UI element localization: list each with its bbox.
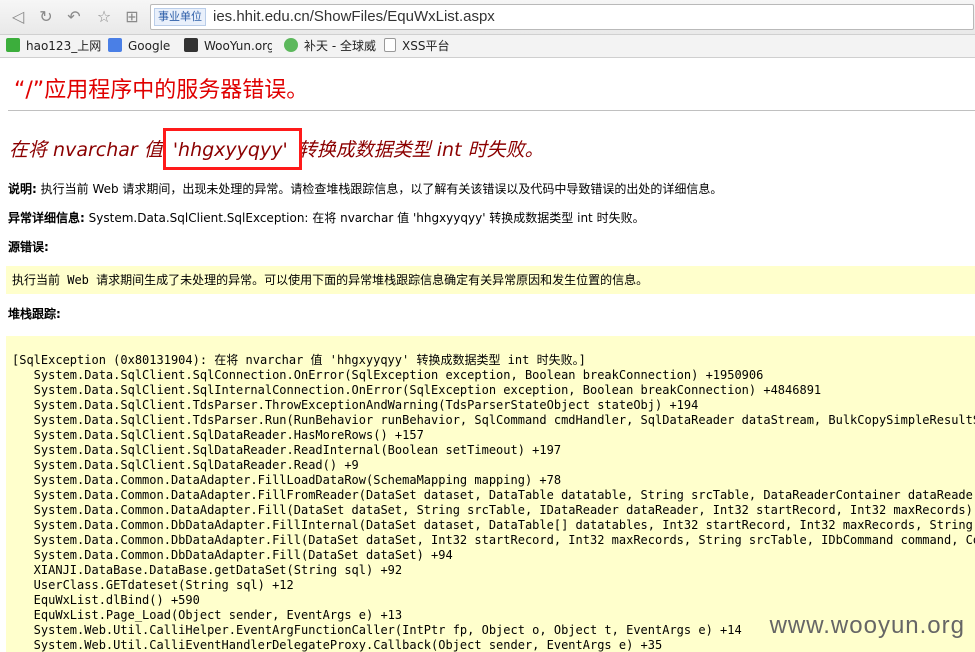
- description-label: 说明:: [8, 182, 37, 196]
- stack-line: System.Data.Common.DbDataAdapter.Fill(Da…: [12, 548, 453, 562]
- stack-box: [SqlException (0x80131904): 在将 nvarchar …: [6, 336, 975, 652]
- stack-line: EquWxList.dlBind() +590: [12, 593, 200, 607]
- stack-line: System.Data.Common.DbDataAdapter.FillInt…: [33, 518, 973, 532]
- wooyun-icon: [184, 38, 198, 52]
- divider: [8, 110, 975, 111]
- error-title: “/”应用程序中的服务器错误。: [14, 78, 309, 103]
- source-box: 执行当前 Web 请求期间生成了未处理的异常。可以使用下面的异常堆栈跟踪信息确定…: [6, 266, 975, 294]
- stack-line: System.Data.Common.DataAdapter.FillFromR…: [33, 488, 975, 502]
- bookmark-butian[interactable]: 补天 - 全球威: [284, 38, 376, 54]
- browser-toolbar: ◁ ↻ ↶ ☆ ⊞ 事业单位 ies.hhit.edu.cn/ShowFiles…: [0, 0, 975, 35]
- detail-label: 异常详细信息:: [8, 211, 85, 225]
- stack-line: System.Data.SqlClient.SqlConnection.OnEr…: [12, 368, 764, 382]
- stack-line: XIANJI.DataBase.DataBase.getDataSet(Stri…: [12, 563, 403, 577]
- stack-line: System.Data.Common.DbDataAdapter.Fill(Da…: [33, 533, 975, 547]
- stack-line: System.Web.Util.CalliEventHandlerDelegat…: [12, 638, 663, 652]
- address-url[interactable]: ies.hhit.edu.cn/ShowFiles/EquWxList.aspx: [213, 7, 495, 27]
- description-text: 执行当前 Web 请求期间，出现未处理的异常。请检查堆栈跟踪信息，以了解有关该错…: [40, 182, 723, 196]
- stack-line: System.Data.SqlClient.SqlDataReader.HasM…: [12, 428, 424, 442]
- description-row: 说明: 执行当前 Web 请求期间，出现未处理的异常。请检查堆栈跟踪信息，以了解…: [8, 181, 722, 197]
- detail-text: System.Data.SqlClient.SqlException: 在将 n…: [88, 211, 645, 225]
- source-row: 源错误:: [8, 239, 49, 255]
- address-bar[interactable]: 事业单位 ies.hhit.edu.cn/ShowFiles/EquWxList…: [150, 4, 974, 30]
- stack-line: System.Data.Common.DataAdapter.FillLoadD…: [12, 473, 562, 487]
- refresh-icon[interactable]: ↻: [36, 7, 56, 27]
- grid-icon[interactable]: ⊞: [122, 7, 142, 27]
- source-label: 源错误:: [8, 240, 49, 254]
- bookmark-xss[interactable]: XSS平台: [384, 38, 449, 54]
- stack-label: 堆栈跟踪:: [8, 307, 61, 321]
- source-text: 执行当前 Web 请求期间生成了未处理的异常。可以使用下面的异常堆栈跟踪信息确定…: [12, 273, 649, 287]
- stack-line: System.Data.SqlClient.TdsParser.ThrowExc…: [12, 398, 699, 412]
- highlight-box: [163, 128, 302, 170]
- watermark: www.wooyun.org: [769, 612, 965, 639]
- stack-line: System.Data.Common.DataAdapter.Fill(Data…: [12, 503, 975, 517]
- error-message-suffix: 转换成数据类型 int 时失败。: [297, 139, 544, 161]
- bookmark-wooyun[interactable]: WooYun.org: [184, 38, 272, 54]
- back-icon[interactable]: ◁: [8, 7, 28, 27]
- google-icon: [108, 38, 122, 52]
- bookmark-google[interactable]: Google: [108, 38, 170, 54]
- hao123-icon: [6, 38, 20, 52]
- stack-line: System.Data.SqlClient.SqlDataReader.Read…: [12, 443, 562, 457]
- address-badge: 事业单位: [154, 8, 206, 26]
- bookmarks-bar: hao123_上网 Google WooYun.org 补天 - 全球威 XSS…: [0, 35, 975, 58]
- bookmark-hao123[interactable]: hao123_上网: [6, 38, 101, 54]
- stack-trace: [SqlException (0x80131904): 在将 nvarchar …: [6, 336, 975, 652]
- stack-line: UserClass.GETdateset(String sql) +12: [12, 578, 294, 592]
- page-icon: [384, 38, 396, 52]
- error-page: “/”应用程序中的服务器错误。 在将 nvarchar 值 'hhgxyyqyy…: [0, 58, 975, 652]
- star-icon[interactable]: ☆: [94, 7, 114, 27]
- stack-line: System.Data.SqlClient.SqlDataReader.Read…: [12, 458, 359, 472]
- error-message-prefix: 在将 nvarchar 值: [9, 139, 163, 161]
- stack-line: [SqlException (0x80131904): 在将 nvarchar …: [12, 353, 586, 367]
- stack-line: System.Data.SqlClient.SqlInternalConnect…: [12, 383, 822, 397]
- undo-icon[interactable]: ↶: [64, 7, 84, 27]
- stack-row: 堆栈跟踪:: [8, 306, 61, 322]
- detail-row: 异常详细信息: System.Data.SqlClient.SqlExcepti…: [8, 210, 645, 226]
- stack-line: System.Data.SqlClient.TdsParser.Run(RunB…: [33, 413, 975, 427]
- butian-icon: [284, 38, 298, 52]
